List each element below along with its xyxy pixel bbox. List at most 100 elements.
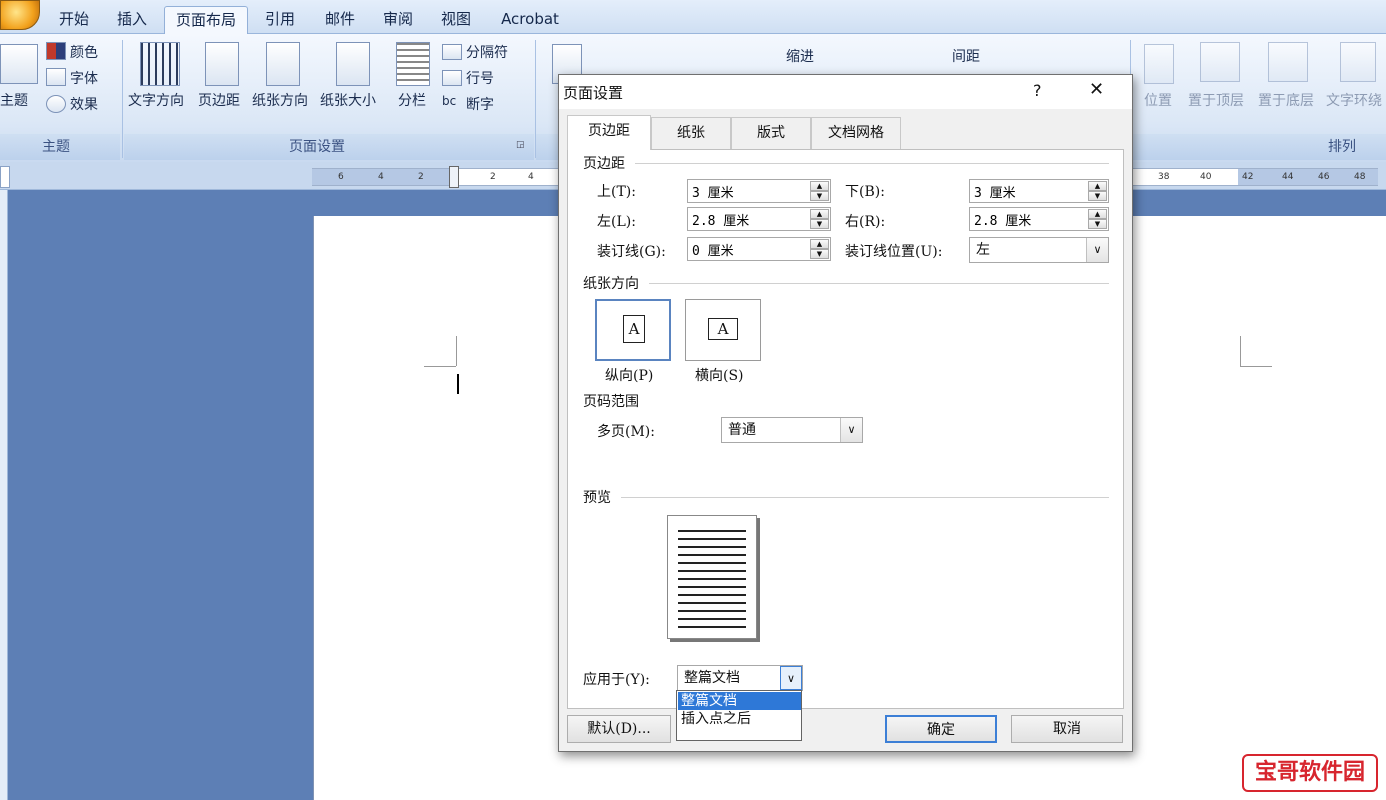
gutter-field[interactable]: ▲ ▼ — [687, 237, 831, 261]
ruler-number: 42 — [1242, 172, 1254, 182]
spin-down-icon[interactable]: ▼ — [810, 191, 829, 201]
text-direction-button[interactable]: 文字方向 — [128, 90, 184, 110]
default-button[interactable]: 默认(D)... — [567, 715, 671, 743]
position-button[interactable]: 位置 — [1144, 90, 1172, 110]
page-setup-launcher-icon[interactable]: ◲ — [516, 140, 525, 150]
spin-down-icon[interactable]: ▼ — [1088, 191, 1107, 201]
hyphenation-button[interactable]: 断字 — [466, 94, 494, 114]
orientation-button[interactable]: 纸张方向 — [252, 90, 308, 110]
margin-corner-mark — [1240, 336, 1241, 366]
gutter-input[interactable] — [688, 238, 808, 260]
left-margin-input[interactable] — [688, 208, 808, 230]
send-back-button[interactable]: 置于底层 — [1258, 90, 1314, 110]
chevron-down-icon[interactable]: ∨ — [1086, 238, 1108, 262]
pages-section-title: 页码范围 — [583, 394, 639, 410]
wrap-text-button[interactable]: 文字环绕 — [1326, 90, 1382, 110]
tab-mailings[interactable]: 邮件 — [312, 6, 368, 34]
gutter-position-value: 左 — [976, 242, 990, 258]
dropdown-option[interactable]: 插入点之后 — [678, 710, 801, 728]
spin-up-icon[interactable]: ▲ — [810, 209, 829, 219]
wrap-text-icon — [1340, 42, 1376, 82]
tab-references[interactable]: 引用 — [254, 6, 306, 34]
top-margin-field[interactable]: ▲ ▼ — [687, 179, 831, 203]
tab-review[interactable]: 审阅 — [372, 6, 424, 34]
preview-section-title: 预览 — [583, 490, 611, 506]
breaks-icon — [442, 44, 462, 60]
landscape-page-icon: A — [708, 318, 738, 340]
apply-to-value: 整篇文档 — [684, 670, 740, 686]
landscape-label: 横向(S) — [695, 368, 744, 384]
gutter-position-label: 装订线位置(U): — [845, 244, 943, 260]
tab-paper[interactable]: 纸张 — [651, 117, 731, 149]
tab-view[interactable]: 视图 — [430, 6, 482, 34]
themes-button[interactable]: 主题 — [0, 90, 28, 110]
fonts-icon — [46, 68, 66, 86]
bottom-margin-input[interactable] — [970, 180, 1086, 202]
colors-button[interactable]: 颜色 — [70, 42, 98, 62]
apply-to-label: 应用于(Y): — [583, 672, 650, 688]
apply-to-dropdown-list: 整篇文档 插入点之后 — [676, 690, 802, 741]
spin-up-icon[interactable]: ▲ — [810, 239, 829, 249]
tab-home[interactable]: 开始 — [48, 6, 100, 34]
dropdown-option[interactable]: 整篇文档 — [678, 692, 801, 710]
orientation-icon — [266, 42, 300, 86]
indent-marker-icon[interactable] — [449, 166, 459, 188]
chevron-down-icon[interactable]: ∨ — [840, 418, 862, 442]
breaks-button[interactable]: 分隔符 — [466, 42, 508, 62]
tab-document-grid[interactable]: 文档网格 — [811, 117, 901, 149]
dialog-title: 页面设置 — [563, 84, 624, 102]
multiple-pages-value: 普通 — [728, 422, 756, 438]
margin-corner-mark — [456, 336, 457, 366]
top-margin-input[interactable] — [688, 180, 808, 202]
tab-margins[interactable]: 页边距 — [567, 115, 651, 150]
tab-acrobat[interactable]: Acrobat — [490, 6, 570, 34]
position-icon — [1144, 44, 1174, 84]
spin-down-icon[interactable]: ▼ — [1088, 219, 1107, 229]
multiple-pages-label: 多页(M): — [597, 424, 655, 440]
chevron-down-icon[interactable]: ∨ — [780, 666, 802, 690]
landscape-option[interactable]: A — [685, 299, 761, 361]
right-margin-label: 右(R): — [845, 214, 886, 230]
bring-front-button[interactable]: 置于顶层 — [1188, 90, 1244, 110]
close-icon[interactable]: ✕ — [1089, 79, 1104, 100]
margins-button[interactable]: 页边距 — [198, 90, 240, 110]
office-button[interactable] — [0, 0, 40, 30]
ruler-number: 2 — [490, 172, 496, 182]
apply-to-select[interactable]: 整篇文档 ∨ — [677, 665, 803, 691]
themes-icon[interactable] — [0, 44, 38, 84]
cancel-button[interactable]: 取消 — [1011, 715, 1123, 743]
dialog-title-bar[interactable]: 页面设置 ? ✕ — [559, 75, 1132, 109]
spin-down-icon[interactable]: ▼ — [810, 219, 829, 229]
tab-layout[interactable]: 版式 — [731, 117, 811, 149]
left-margin-label: 左(L): — [597, 214, 636, 230]
size-button[interactable]: 纸张大小 — [320, 90, 376, 110]
section-divider — [621, 497, 1109, 498]
effects-icon — [46, 95, 66, 113]
bottom-margin-field[interactable]: ▲ ▼ — [969, 179, 1109, 203]
ruler-corner-button[interactable] — [0, 166, 10, 188]
ok-button[interactable]: 确定 — [885, 715, 997, 743]
spin-down-icon[interactable]: ▼ — [810, 249, 829, 259]
spin-up-icon[interactable]: ▲ — [1088, 209, 1107, 219]
orientation-section-title: 纸张方向 — [583, 276, 639, 292]
tab-page-layout[interactable]: 页面布局 — [164, 6, 248, 34]
left-margin-field[interactable]: ▲ ▼ — [687, 207, 831, 231]
effects-button[interactable]: 效果 — [70, 94, 98, 114]
line-numbers-button[interactable]: 行号 — [466, 68, 494, 88]
multiple-pages-select[interactable]: 普通 ∨ — [721, 417, 863, 443]
gutter-position-select[interactable]: 左 ∨ — [969, 237, 1109, 263]
fonts-button[interactable]: 字体 — [70, 68, 98, 88]
ruler-number: 38 — [1158, 172, 1170, 182]
ruler-number: 2 — [418, 172, 424, 182]
columns-button[interactable]: 分栏 — [398, 90, 426, 110]
spin-up-icon[interactable]: ▲ — [810, 181, 829, 191]
ruler-number: 6 — [338, 172, 344, 182]
portrait-option[interactable]: A — [595, 299, 671, 361]
help-button[interactable]: ? — [1033, 81, 1042, 100]
colors-icon — [46, 42, 66, 60]
preview-text-lines — [678, 530, 746, 630]
right-margin-input[interactable] — [970, 208, 1086, 230]
tab-insert[interactable]: 插入 — [106, 6, 158, 34]
right-margin-field[interactable]: ▲ ▼ — [969, 207, 1109, 231]
spin-up-icon[interactable]: ▲ — [1088, 181, 1107, 191]
